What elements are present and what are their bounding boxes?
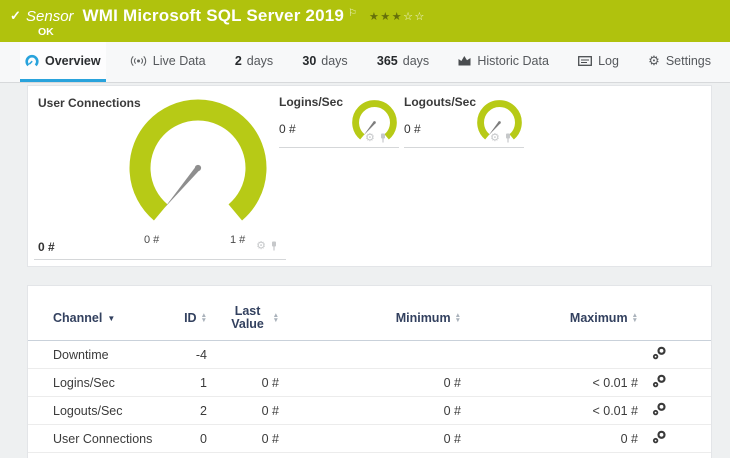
table-row: Downtime -4 <box>28 341 711 369</box>
pin-icon[interactable] <box>270 241 278 251</box>
tab-historic-data-label: Historic Data <box>477 53 549 68</box>
log-list-icon <box>578 55 593 66</box>
channel-id: 1 <box>200 375 207 390</box>
column-header-channel-label: Channel <box>53 311 103 325</box>
pin-icon[interactable] <box>504 133 512 143</box>
sensor-status-text: OK <box>38 26 54 38</box>
sort-icon: ▲ ▼ <box>631 312 638 324</box>
tab-live-data[interactable]: Live Data <box>125 42 211 82</box>
tab-historic-data[interactable]: Historic Data <box>453 42 554 82</box>
channel-last-value: 0 # <box>261 403 279 418</box>
column-header-id[interactable]: ID ▲ ▼ <box>173 311 207 325</box>
tab-30-days-unit: days <box>321 53 348 68</box>
gauge-current-value: 0 # <box>38 240 55 254</box>
table-row: Logins/Sec 1 0 # 0 # < 0.01 # <box>28 369 711 397</box>
channel-minimum: 0 # <box>443 375 461 390</box>
gauge-title: Logouts/Sec <box>404 95 477 109</box>
priority-stars[interactable]: ★★★☆☆ <box>369 10 426 23</box>
tab-log[interactable]: Log <box>573 42 624 82</box>
tab-log-label: Log <box>598 53 619 68</box>
gauge-dial <box>129 99 267 221</box>
tab-bar: Overview Live Data 2 days 30 days 365 da… <box>0 42 730 83</box>
gauge-scale-max: 1 # <box>230 234 246 246</box>
gauge-scale-min: 0 # <box>144 234 160 246</box>
tab-2-days[interactable]: 2 days <box>230 42 278 82</box>
gauge-settings-icon[interactable]: ⚙ <box>256 241 266 252</box>
tab-30-days-number: 30 <box>302 53 317 68</box>
ok-check-icon: ✓ <box>10 8 21 23</box>
tab-live-data-label: Live Data <box>152 53 206 68</box>
tab-365-days-unit: days <box>402 53 430 68</box>
channel-name[interactable]: Logouts/Sec <box>53 404 173 418</box>
settings-gear-icon: ⚙ <box>648 52 660 68</box>
channel-minimum: 0 # <box>443 431 461 446</box>
tab-30-days[interactable]: 30 days <box>297 42 352 82</box>
priority-stars-filled[interactable]: ★★★ <box>369 11 403 23</box>
channel-id: -4 <box>195 347 207 362</box>
tab-2-days-unit: days <box>246 53 274 68</box>
sensor-status-bar: ✓ Sensor WMI Microsoft SQL Server 2019 ⚐… <box>0 0 730 42</box>
column-header-last-value[interactable]: Last Value ▲ ▼ <box>207 305 279 331</box>
tab-overview-label: Overview <box>45 53 101 68</box>
gauge-settings-icon[interactable]: ⚙ <box>490 133 500 144</box>
channel-name[interactable]: User Connections <box>53 432 173 446</box>
tab-365-days-number: 365 <box>376 53 398 68</box>
column-header-minimum-label: Minimum <box>395 311 451 325</box>
tab-settings-label: Settings <box>665 53 711 68</box>
channel-name[interactable]: Logins/Sec <box>53 376 173 390</box>
table-row: Logouts/Sec 2 0 # 0 # < 0.01 # <box>28 397 711 425</box>
tab-2-days-number: 2 <box>234 53 242 68</box>
tab-settings[interactable]: ⚙ Settings <box>643 42 716 82</box>
sort-desc-icon: ▼ <box>107 313 116 323</box>
channel-minimum: 0 # <box>443 403 461 418</box>
channel-id: 0 <box>200 431 207 446</box>
channel-settings-icon[interactable] <box>652 346 667 363</box>
gauge-icon <box>25 54 39 66</box>
sensor-title: WMI Microsoft SQL Server 2019 <box>82 6 345 25</box>
column-header-minimum[interactable]: Minimum ▲ ▼ <box>279 311 461 325</box>
channel-settings-icon[interactable] <box>652 430 667 447</box>
live-signal-icon <box>130 55 146 66</box>
gauge-current-value: 0 # <box>279 122 296 136</box>
gauge-logouts-sec: Logouts/Sec 0 # ⚙ <box>404 90 524 148</box>
gauge-settings-icon[interactable]: ⚙ <box>365 133 375 144</box>
table-row: User Connections 0 0 # 0 # 0 # <box>28 425 711 453</box>
channel-last-value: 0 # <box>261 375 279 390</box>
gauge-user-connections: User Connections 0 # 1 # 0 # ⚙ <box>34 90 286 260</box>
channel-last-value: 0 # <box>261 431 279 446</box>
channel-id: 2 <box>200 403 207 418</box>
object-kind-label: Sensor <box>26 8 74 25</box>
column-header-channel[interactable]: Channel ▼ <box>53 311 173 325</box>
channel-settings-icon[interactable] <box>652 402 667 419</box>
gauge-logins-sec: Logins/Sec 0 # ⚙ <box>279 90 399 148</box>
channel-name[interactable]: Downtime <box>53 348 173 362</box>
tab-365-days[interactable]: 365 days <box>372 42 434 82</box>
column-header-maximum-label: Maximum <box>569 311 628 325</box>
column-header-last-value-label: Last Value <box>231 304 264 331</box>
gauge-current-value: 0 # <box>404 122 421 136</box>
column-header-id-label: ID <box>184 311 197 325</box>
priority-stars-empty[interactable]: ☆☆ <box>403 11 426 23</box>
pin-icon[interactable] <box>379 133 387 143</box>
gauges-panel: User Connections 0 # 1 # 0 # ⚙ Logins/Se… <box>27 85 712 267</box>
channel-maximum: < 0.01 # <box>592 403 638 418</box>
gauge-title: Logins/Sec <box>279 95 344 109</box>
flag-icon[interactable]: ⚐ <box>348 8 357 19</box>
tab-overview[interactable]: Overview <box>20 42 106 82</box>
column-header-maximum[interactable]: Maximum ▲ ▼ <box>461 311 638 325</box>
channel-maximum: < 0.01 # <box>592 375 638 390</box>
historic-chart-icon <box>458 56 471 66</box>
channel-maximum: 0 # <box>620 431 638 446</box>
channel-settings-icon[interactable] <box>652 374 667 391</box>
overview-content: User Connections 0 # 1 # 0 # ⚙ Logins/Se… <box>27 85 712 458</box>
channels-table: Channel ▼ ID ▲ ▼ Last Value ▲ ▼ Minimum ▲ ▼… <box>27 285 712 458</box>
table-header-row: Channel ▼ ID ▲ ▼ Last Value ▲ ▼ Minimum ▲ ▼… <box>28 286 711 341</box>
